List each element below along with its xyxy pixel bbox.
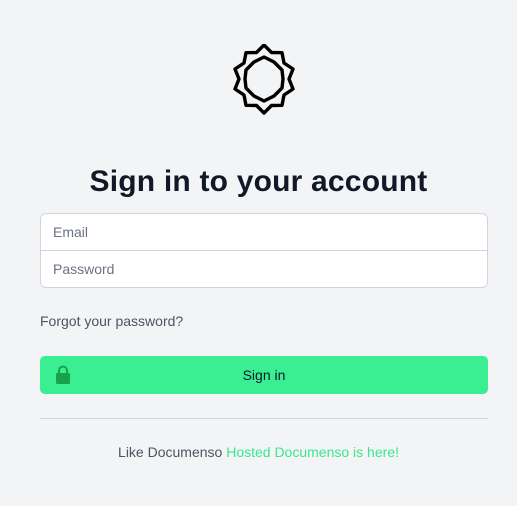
- sign-in-page: Sign in to your account Forgot your pass…: [0, 0, 517, 506]
- footer-text: Like Documenso Hosted Documenso is here!: [0, 443, 517, 461]
- email-field[interactable]: [41, 214, 487, 251]
- hosted-documenso-link[interactable]: Hosted Documenso is here!: [226, 444, 399, 460]
- documenso-logo-icon: [233, 44, 295, 115]
- page-title: Sign in to your account: [89, 165, 428, 199]
- sign-in-button-label: Sign in: [242, 367, 286, 383]
- credentials-form: [40, 213, 488, 288]
- sign-in-button[interactable]: Sign in: [40, 356, 488, 394]
- divider: [40, 418, 488, 419]
- forgot-password-link[interactable]: Forgot your password?: [40, 313, 183, 329]
- footer-prefix: Like Documenso: [118, 444, 223, 460]
- password-field[interactable]: [41, 250, 487, 287]
